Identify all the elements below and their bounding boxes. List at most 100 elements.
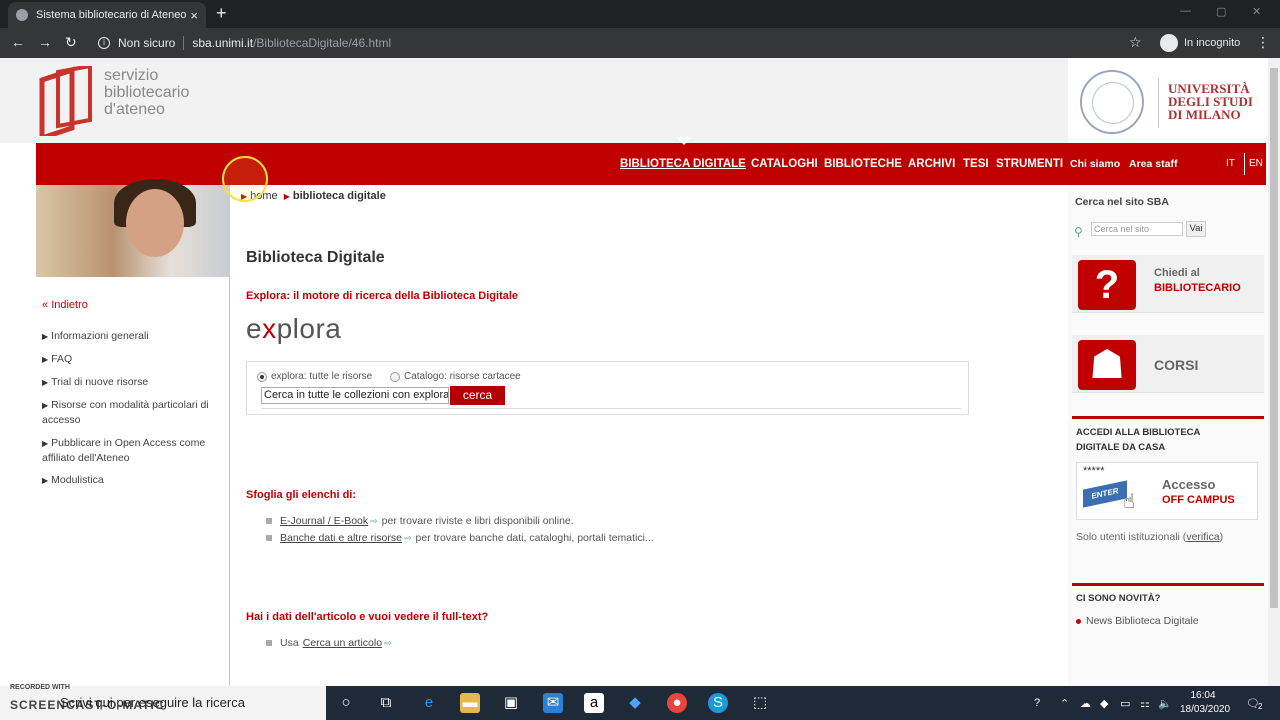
cortana-icon[interactable]: ○ (336, 693, 356, 713)
sidebar-item-informazioni[interactable]: ▶ Informazioni generali (42, 329, 222, 344)
site-search-input[interactable]: Cerca nel sito (1091, 222, 1183, 236)
forward-icon[interactable]: → (38, 34, 52, 50)
lang-en[interactable]: EN (1249, 158, 1263, 169)
search-button[interactable]: cerca (450, 386, 505, 405)
right-sidebar: Cerca nel sito SBA ⚲ Cerca nel sito Vai … (1068, 185, 1268, 686)
mail-icon[interactable]: ✉ (543, 693, 563, 713)
sidebar-item-risorse[interactable]: ▶ Risorse con modalità particolari di acc… (42, 398, 222, 428)
main-content: ▶ home ▶ biblioteca digitale Biblioteca Di… (230, 185, 1066, 686)
password-stars: ***** (1083, 465, 1105, 477)
task-view-icon[interactable]: ⧉ (376, 693, 396, 713)
arrow-icon: ▶ (42, 401, 49, 410)
amazon-icon[interactable]: a (584, 693, 604, 713)
radio-catalogo-dot[interactable] (390, 371, 400, 382)
nav-tesi[interactable]: TESI (963, 158, 989, 170)
logo-line-2: bibliotecario (104, 84, 190, 101)
active-nav-indicator (676, 137, 692, 145)
browser-tab[interactable]: Sistema bibliotecario di Ateneo × (8, 2, 206, 28)
news-item[interactable]: News Biblioteca Digitale (1076, 615, 1199, 627)
radio-catalogo[interactable]: Catalogo: risorse cartacee (390, 371, 521, 382)
incognito-badge[interactable]: In incognito (1160, 34, 1240, 52)
network-icon[interactable]: ⚏ (1140, 697, 1150, 710)
sidebar-item-open-access[interactable]: ▶ Pubblicare in Open Access come affiliat… (42, 436, 222, 466)
radio-catalogo-label: Catalogo: risorse cartacee (404, 371, 521, 382)
off-campus-access-banner[interactable]: ***** ENTER ☝ Accesso OFF CAMPUS (1076, 462, 1258, 520)
explora-logo-pre: e (246, 313, 263, 344)
external-link-icon: ⇨ (403, 532, 412, 543)
file-explorer-icon[interactable]: ▬ (460, 693, 480, 713)
windows-taskbar: RECORDED WITH SCREENCAST-O-MATIC Scrivi … (0, 684, 1280, 720)
explora-search-input[interactable]: Cerca in tutte le collezioni con explora (261, 387, 449, 404)
verifica-link[interactable]: verifica (1186, 531, 1219, 543)
system-clock[interactable]: 16:04 18/03/2020 (1180, 689, 1231, 717)
help-icon[interactable]: ? (1034, 697, 1040, 709)
battery-icon[interactable]: ▭ (1120, 697, 1130, 710)
solo-text: Solo utenti istituzionali ( (1076, 531, 1187, 543)
minimize-icon[interactable]: — (1180, 5, 1191, 17)
watermark-top: RECORDED WITH (10, 684, 70, 691)
pointing-hand-icon: ☝ (1123, 491, 1136, 513)
unimi-divider (1158, 78, 1159, 128)
sidebar-item-label: Informazioni generali (51, 330, 149, 342)
nav-chi-siamo[interactable]: Chi siamo (1070, 158, 1120, 170)
sidebar-item-trial[interactable]: ▶ Trial di nuove risorse (42, 375, 222, 390)
radio-explora[interactable]: explora: tutte le risorse (257, 371, 372, 382)
back-icon[interactable]: ← (11, 34, 25, 50)
tray-chevron-icon[interactable]: ⌃ (1060, 697, 1069, 710)
ask-librarian-banner[interactable]: ? Chiedi al BIBLIOTECARIO (1072, 255, 1264, 313)
page-title: Biblioteca Digitale (246, 249, 385, 266)
clock-date: 18/03/2020 (1180, 704, 1231, 715)
banche-dati-desc: per trovare banche dati, cataloghi, port… (415, 532, 654, 544)
nav-cataloghi[interactable]: CATALOGHI (751, 158, 818, 170)
dropbox-icon[interactable]: ◆ (625, 693, 645, 713)
dropbox-tray-icon[interactable]: ◆ (1100, 697, 1108, 710)
site-search-button[interactable]: Vai (1186, 221, 1206, 237)
store-icon[interactable]: ▣ (501, 693, 521, 713)
taskbar-search-box[interactable]: RECORDED WITH SCREENCAST-O-MATIC Scrivi … (0, 684, 326, 720)
sidebar-item-faq[interactable]: ▶ FAQ (42, 352, 222, 367)
fulltext-prefix: Usa (280, 637, 299, 649)
courses-banner[interactable]: ☗ CORSI (1072, 335, 1264, 393)
unimi-logo[interactable]: UNIVERSITÀ DEGLI STUDI DI MILANO (1068, 58, 1268, 143)
browser-menu-icon[interactable]: ⋮ (1256, 34, 1270, 51)
chrome-icon[interactable]: ● (667, 693, 687, 713)
browser-tab-bar: Sistema bibliotecario di Ateneo × + — ▢ … (0, 0, 1280, 28)
nav-strumenti[interactable]: STRUMENTI (996, 158, 1063, 170)
nav-area-staff[interactable]: Area staff (1129, 158, 1177, 170)
banche-dati-link[interactable]: Banche dati e altre risorse (280, 532, 402, 544)
nav-biblioteca-digitale[interactable]: BIBLIOTECA DIGITALE (620, 158, 746, 170)
url-host: sba.unimi.it (192, 36, 254, 50)
volume-icon[interactable]: 🔈 (1158, 697, 1172, 710)
sba-logo-icon[interactable] (38, 66, 98, 136)
sidebar-item-modulistica[interactable]: ▶ Modulistica (42, 473, 222, 488)
screen-recorder-icon[interactable]: ⬚ (750, 693, 770, 713)
sidebar-item-label: Pubblicare in Open Access come affiliato… (42, 437, 206, 464)
access-heading: ACCEDI ALLA BIBLIOTECA DIGITALE DA CASA (1076, 425, 1200, 455)
web-page: servizio bibliotecario d'ateneo UNIVERSI… (0, 58, 1280, 686)
back-link[interactable]: « Indietro (42, 299, 88, 311)
reload-icon[interactable]: ↻ (65, 34, 77, 51)
scrollbar-thumb[interactable] (1270, 68, 1278, 608)
radio-explora-dot[interactable] (257, 371, 267, 382)
close-window-icon[interactable]: ✕ (1252, 5, 1261, 18)
new-tab-button[interactable]: + (216, 3, 227, 24)
url-field[interactable]: i Non sicuro sba.unimi.it/BibliotecaDigi… (90, 31, 1150, 55)
lang-it[interactable]: IT (1226, 158, 1235, 169)
tab-close-icon[interactable]: × (190, 8, 198, 23)
url-path: /BibliotecaDigitale/46.html (253, 36, 392, 50)
back-link-label: Indietro (51, 299, 88, 311)
ejournal-link[interactable]: E-Journal / E-Book (280, 515, 368, 527)
nav-biblioteche[interactable]: BIBLIOTECHE (824, 158, 902, 170)
edge-icon[interactable]: e (419, 693, 439, 713)
info-icon[interactable]: i (98, 37, 110, 49)
nav-archivi[interactable]: ARCHIVI (908, 158, 955, 170)
page-scrollbar[interactable] (1268, 58, 1280, 686)
bookmark-star-icon[interactable]: ☆ (1129, 34, 1142, 51)
maximize-icon[interactable]: ▢ (1216, 5, 1226, 18)
skype-icon[interactable]: S (708, 693, 728, 713)
external-link-icon: ⇨ (384, 637, 392, 648)
cerca-articolo-link[interactable]: Cerca un articolo (303, 637, 382, 649)
sba-logo-text[interactable]: servizio bibliotecario d'ateneo (104, 67, 189, 118)
taskbar-search-text: Scrivi qui per eseguire la ricerca (60, 695, 245, 710)
cloud-icon[interactable]: ☁ (1080, 697, 1091, 710)
